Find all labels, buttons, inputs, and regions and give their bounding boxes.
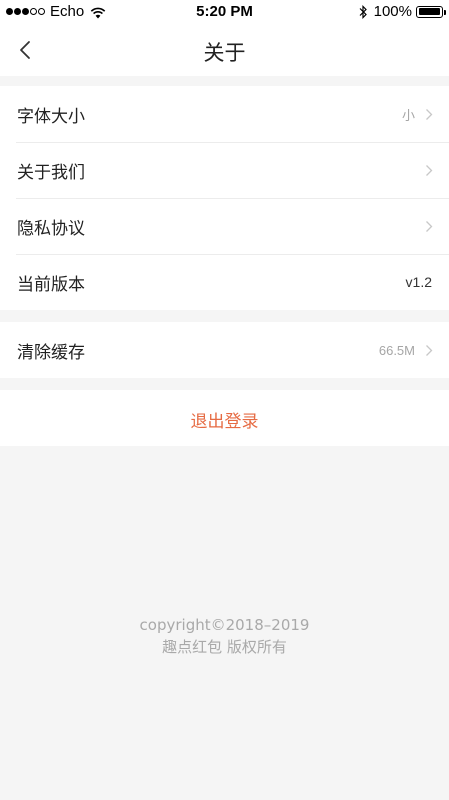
chevron-right-icon: [426, 108, 433, 120]
font-size-row[interactable]: 字体大小 小: [0, 86, 449, 142]
nav-bar: 关于: [0, 24, 449, 76]
clear-cache-row[interactable]: 清除缓存 66.5M: [0, 322, 449, 378]
logout-button[interactable]: 退出登录: [0, 390, 449, 446]
copyright-text: copyright©2018–2019: [139, 616, 310, 634]
logout-label: 退出登录: [190, 412, 259, 432]
cache-size-value: 66.5M: [378, 342, 415, 358]
cache-group: 清除缓存 66.5M: [0, 322, 449, 378]
bluetooth-icon: [358, 4, 368, 19]
chevron-right-icon: [426, 344, 433, 356]
settings-group: 字体大小 小 关于我们 隐私协议 当前版本 v1.2: [0, 86, 449, 310]
footer: copyright©2018–2019 趣点红包 版权所有: [0, 614, 449, 658]
copyright-owner: 趣点红包 版权所有: [162, 638, 287, 656]
page-title: 关于: [203, 41, 246, 65]
privacy-policy-row[interactable]: 隐私协议: [0, 198, 449, 254]
chevron-right-icon: [426, 220, 433, 232]
font-size-value: 小: [401, 107, 415, 123]
status-bar: Echo 5:20 PM 100%: [0, 0, 449, 24]
current-version-row: 当前版本 v1.2: [0, 254, 449, 310]
font-size-label: 字体大小: [17, 106, 85, 127]
current-version-value: v1.2: [405, 274, 432, 290]
battery-icon: [416, 5, 446, 18]
chevron-right-icon: [426, 164, 433, 176]
about-us-label: 关于我们: [17, 162, 85, 183]
privacy-policy-label: 隐私协议: [17, 218, 85, 239]
about-us-row[interactable]: 关于我们: [0, 142, 449, 198]
current-version-label: 当前版本: [17, 274, 85, 295]
battery-percentage: 100%: [373, 3, 412, 20]
battery-fill: [418, 8, 440, 15]
clear-cache-label: 清除缓存: [17, 342, 85, 363]
status-right: 100%: [358, 3, 446, 20]
